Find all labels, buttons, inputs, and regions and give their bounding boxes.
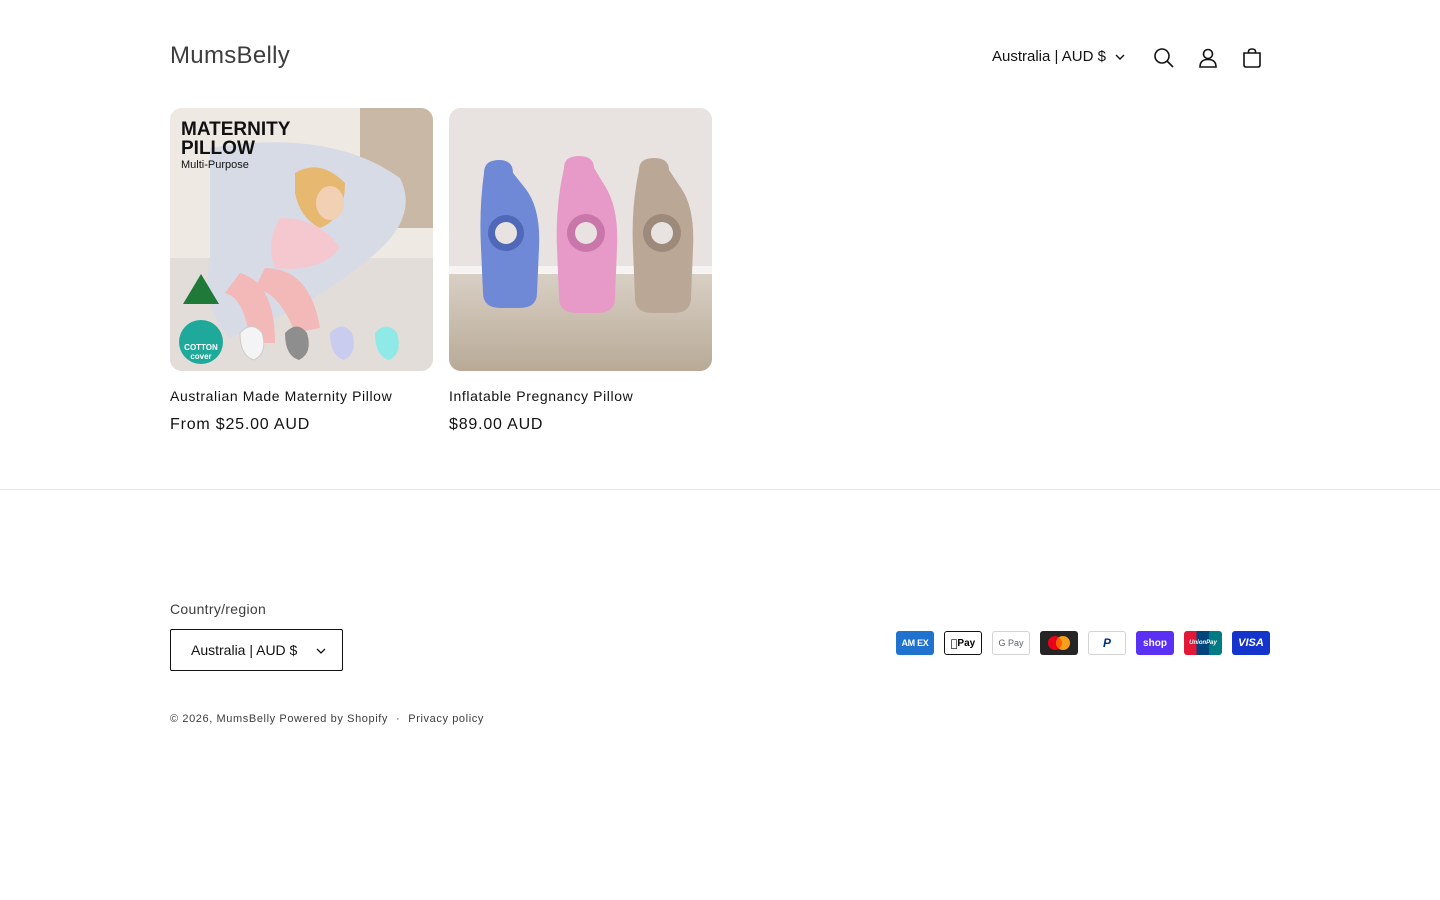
image-headline: MATERNITY PILLOW Multi-Purpose — [181, 119, 291, 171]
footer-copyright: © 2026, MumsBelly Powered by Shopify · P… — [170, 713, 484, 725]
footer-divider — [0, 489, 1440, 490]
account-icon[interactable] — [1194, 44, 1222, 72]
unionpay-icon: UnionPay — [1184, 631, 1222, 655]
powered-by-link[interactable]: Powered by Shopify — [279, 713, 388, 725]
shop-pay-icon: shop — [1136, 631, 1174, 655]
cotton-badge: COTTON cover — [184, 343, 218, 361]
search-icon[interactable] — [1150, 44, 1178, 72]
payment-methods: AM EX Pay G Pay P shop UnionPay VISA — [896, 631, 1270, 655]
visa-icon: VISA — [1232, 631, 1270, 655]
product-card[interactable]: Inflatable Pregnancy Pillow $89.00 AUD — [449, 108, 712, 434]
mastercard-icon — [1040, 631, 1078, 655]
chevron-down-icon — [316, 648, 326, 654]
site-header: MumsBelly Australia | AUD $ — [170, 30, 1270, 86]
google-pay-icon: G Pay — [992, 631, 1030, 655]
store-logo[interactable]: MumsBelly — [170, 42, 290, 70]
locale-label: Australia | AUD $ — [992, 48, 1106, 65]
country-region-value: Australia | AUD $ — [191, 642, 298, 658]
brand-link[interactable]: MumsBelly — [217, 713, 276, 725]
product-price: $89.00 AUD — [449, 416, 544, 433]
country-region-selector[interactable]: Australia | AUD $ — [170, 629, 343, 671]
cart-icon[interactable] — [1238, 44, 1266, 72]
product-image[interactable]: MATERNITY PILLOW Multi-Purpose COTTON co… — [170, 108, 433, 371]
product-grid: MATERNITY PILLOW Multi-Purpose COTTON co… — [170, 108, 712, 434]
product-title[interactable]: Australian Made Maternity Pillow — [170, 388, 433, 408]
product-card[interactable]: MATERNITY PILLOW Multi-Purpose COTTON co… — [170, 108, 433, 434]
country-region-label: Country/region — [170, 601, 267, 617]
privacy-policy-link[interactable]: Privacy policy — [408, 713, 484, 725]
product-image[interactable] — [449, 108, 712, 371]
separator: · — [396, 713, 401, 725]
product-price: From $25.00 AUD — [170, 416, 311, 433]
chevron-down-icon — [1115, 54, 1125, 60]
locale-selector[interactable]: Australia | AUD $ — [992, 48, 1125, 65]
product-title[interactable]: Inflatable Pregnancy Pillow — [449, 388, 712, 408]
copyright-text: © 2026, — [170, 713, 213, 725]
paypal-icon: P — [1088, 631, 1126, 655]
apple-pay-icon: Pay — [944, 631, 982, 655]
amex-icon: AM EX — [896, 631, 934, 655]
